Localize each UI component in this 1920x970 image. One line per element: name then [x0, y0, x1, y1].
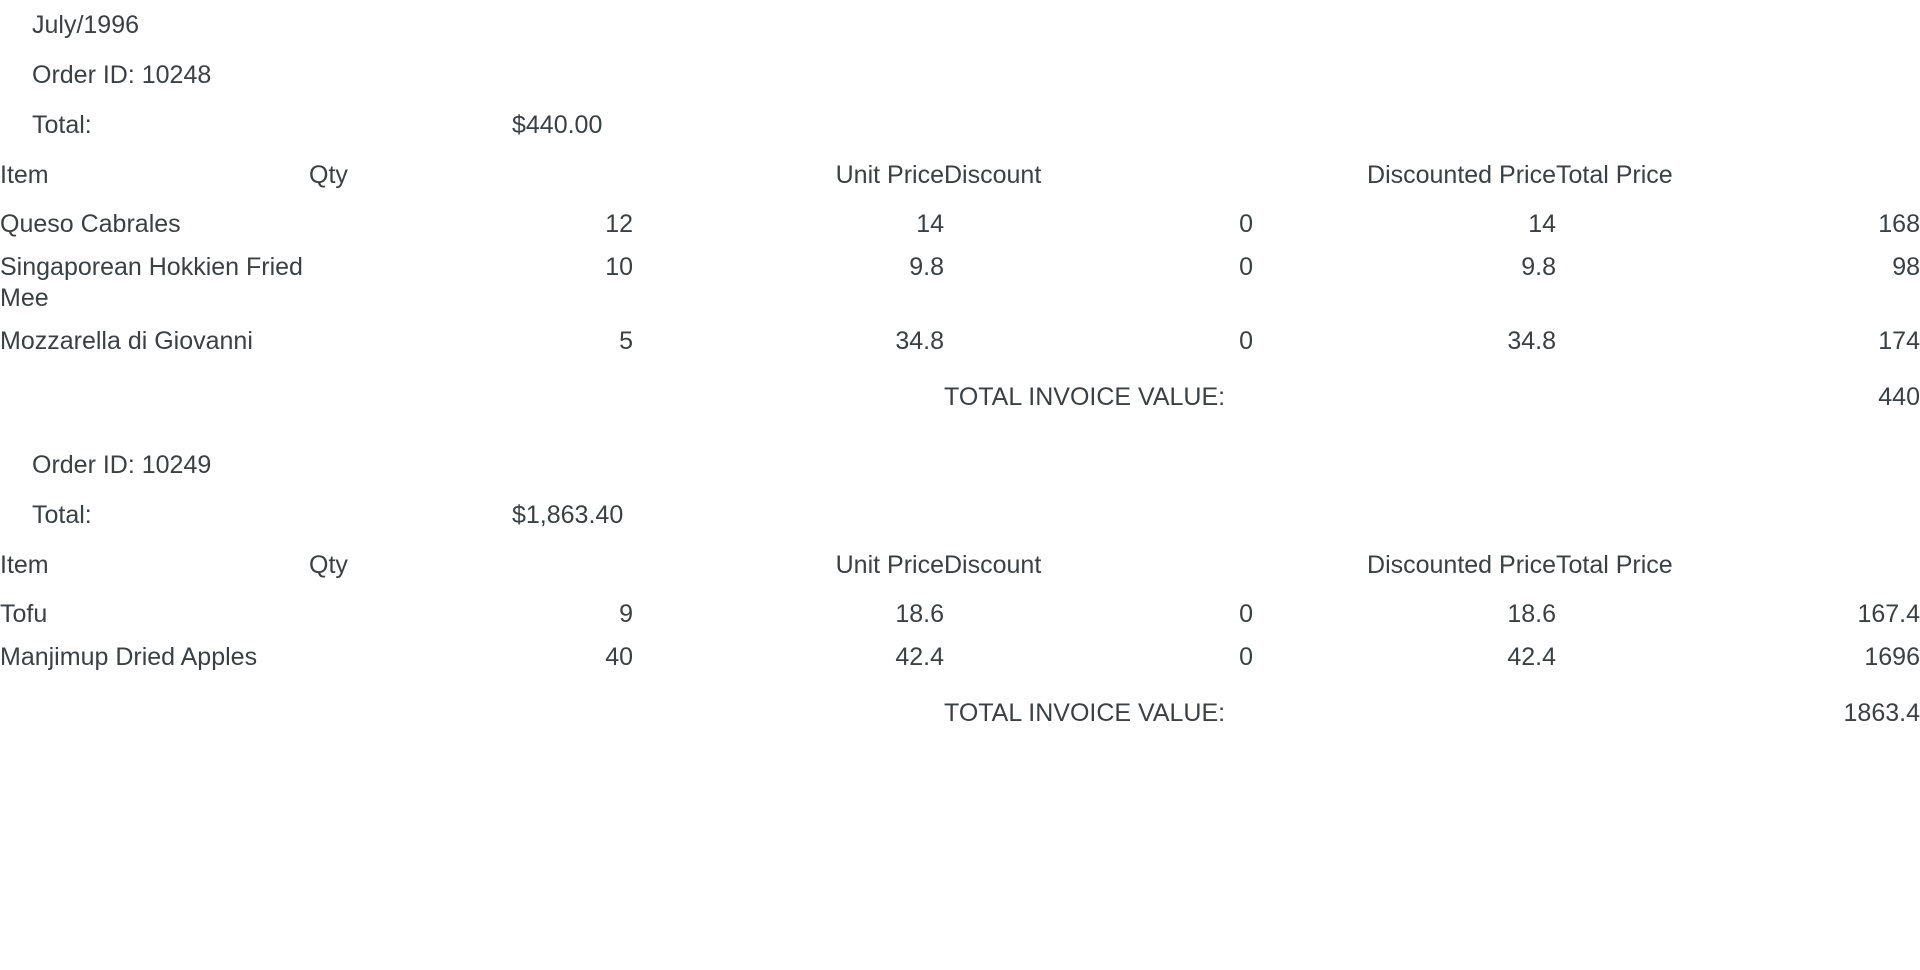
order-total-line: Total: $1,863.40 [0, 490, 1920, 540]
cell-discounted-price: 14 [1528, 210, 1556, 238]
order-total-value: $1,863.40 [512, 501, 624, 529]
cell-qty: 12 [605, 210, 633, 238]
cell-qty: 40 [605, 643, 633, 671]
cell-unit-price: 18.6 [895, 600, 944, 628]
cell-discounted-price: 18.6 [1507, 600, 1556, 628]
line-items-table: Item Qty Unit Price Discount Discounted … [0, 540, 1920, 738]
column-header-discounted-price: Discounted Price [1367, 161, 1556, 189]
grand-total-spacer-qty [309, 360, 633, 422]
cell-total-price: 98 [1892, 253, 1920, 281]
column-header-discount: Discount [944, 551, 1042, 579]
cell-discounted-price: 9.8 [1521, 253, 1556, 281]
cell-discount: 0 [1239, 210, 1253, 238]
cell-discount: 0 [1239, 600, 1253, 628]
cell-item: Manjimup Dried Apples [0, 643, 258, 671]
column-header-discount: Discount [944, 161, 1042, 189]
grand-total-spacer-qty [309, 676, 633, 738]
cell-total-price: 168 [1878, 210, 1920, 238]
cell-total-price: 167.4 [1857, 600, 1920, 628]
cell-unit-price: 34.8 [895, 327, 944, 355]
line-items-table: Item Qty Unit Price Discount Discounted … [0, 150, 1920, 422]
grand-total-label: TOTAL INVOICE VALUE: [944, 699, 1226, 727]
cell-item: Mozzarella di Giovanni [0, 327, 253, 355]
order-section: Order ID: 10249 Total: $1,863.40 Item Qt… [0, 440, 1920, 738]
cell-total-price: 174 [1878, 327, 1920, 355]
column-header-item: Item [0, 551, 49, 579]
column-header-unit-price: Unit Price [835, 161, 944, 189]
grand-total-value: 1863.4 [1843, 699, 1920, 727]
column-header-total-price: Total Price [1556, 551, 1673, 579]
cell-item: Tofu [0, 600, 48, 628]
invoice-report-page: July/1996 Order ID: 10248 Total: $440.00… [0, 0, 1920, 970]
table-row: Tofu 9 18.6 0 18.6 167.4 [0, 590, 1920, 633]
table-row: Singaporean Hokkien Fried Mee 10 9.8 0 9… [0, 243, 1920, 317]
order-total-line: Total: $440.00 [0, 100, 1920, 150]
table-row: Queso Cabrales 12 14 0 14 168 [0, 200, 1920, 243]
cell-qty: 10 [605, 253, 633, 281]
order-total-label: Total: [32, 501, 92, 529]
order-total-label: Total: [32, 111, 92, 139]
order-section: Order ID: 10248 Total: $440.00 Item Qty … [0, 50, 1920, 422]
grand-total-spacer-unit [633, 676, 944, 738]
column-header-item: Item [0, 161, 49, 189]
report-period: July/1996 [32, 11, 140, 39]
grand-total-row: TOTAL INVOICE VALUE: 1863.4 [0, 676, 1920, 738]
cell-unit-price: 9.8 [909, 253, 944, 281]
cell-unit-price: 14 [916, 210, 944, 238]
cell-item: Queso Cabrales [0, 210, 181, 238]
cell-qty: 5 [619, 327, 633, 355]
cell-discount: 0 [1239, 643, 1253, 671]
cell-discount: 0 [1239, 253, 1253, 281]
order-id-line: Order ID: 10249 [0, 440, 1920, 490]
grand-total-spacer-unit [633, 360, 944, 422]
table-row: Mozzarella di Giovanni 5 34.8 0 34.8 174 [0, 317, 1920, 360]
grand-total-row: TOTAL INVOICE VALUE: 440 [0, 360, 1920, 422]
column-header-qty: Qty [309, 551, 348, 579]
cell-qty: 9 [619, 600, 633, 628]
table-header-row: Item Qty Unit Price Discount Discounted … [0, 540, 1920, 590]
cell-item: Singaporean Hokkien Fried Mee [0, 253, 303, 312]
grand-total-label: TOTAL INVOICE VALUE: [944, 383, 1226, 411]
cell-unit-price: 42.4 [895, 643, 944, 671]
cell-discounted-price: 34.8 [1507, 327, 1556, 355]
column-header-unit-price: Unit Price [835, 551, 944, 579]
order-id-line: Order ID: 10248 [0, 50, 1920, 100]
order-total-value: $440.00 [512, 111, 603, 139]
order-id-label: Order ID: 10249 [32, 451, 212, 479]
column-header-discounted-price: Discounted Price [1367, 551, 1556, 579]
table-header-row: Item Qty Unit Price Discount Discounted … [0, 150, 1920, 200]
cell-total-price: 1696 [1864, 643, 1920, 671]
section-divider [0, 422, 1920, 440]
table-row: Manjimup Dried Apples 40 42.4 0 42.4 169… [0, 633, 1920, 676]
cell-discounted-price: 42.4 [1507, 643, 1556, 671]
cell-discount: 0 [1239, 327, 1253, 355]
report-period-line: July/1996 [0, 0, 1920, 50]
grand-total-spacer-item [0, 360, 309, 422]
grand-total-value: 440 [1878, 383, 1920, 411]
column-header-qty: Qty [309, 161, 348, 189]
order-id-label: Order ID: 10248 [32, 61, 212, 89]
grand-total-spacer-item [0, 676, 309, 738]
column-header-total-price: Total Price [1556, 161, 1673, 189]
